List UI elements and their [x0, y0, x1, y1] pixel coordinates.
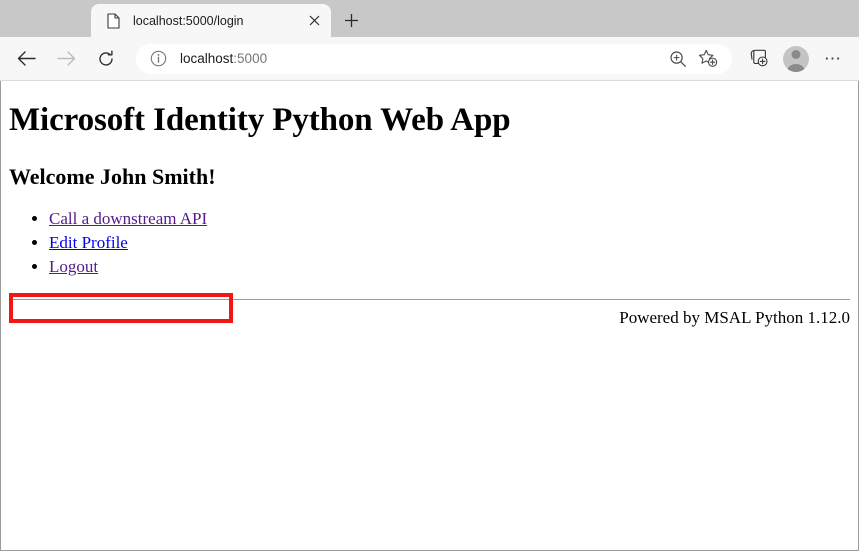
tab-strip: localhost:5000/login: [0, 0, 859, 37]
new-tab-button[interactable]: [337, 6, 365, 34]
welcome-heading: Welcome John Smith!: [9, 164, 850, 189]
profile-avatar-icon: [783, 46, 809, 72]
site-information-icon[interactable]: [148, 49, 168, 69]
list-item: Call a downstream API: [49, 207, 850, 231]
browser-tab-active[interactable]: localhost:5000/login: [91, 4, 331, 37]
add-favorite-star-icon[interactable]: [694, 45, 722, 73]
profile-avatar[interactable]: [780, 43, 812, 75]
back-arrow-icon[interactable]: [10, 43, 42, 75]
page-viewport: Microsoft Identity Python Web App Welcom…: [0, 81, 859, 551]
tab-title: localhost:5000/login: [133, 14, 303, 28]
url-text: localhost:5000: [180, 51, 662, 66]
list-item: Edit Profile: [49, 231, 850, 255]
edit-profile-link[interactable]: Edit Profile: [49, 233, 128, 252]
collections-icon[interactable]: [743, 43, 775, 75]
page-title: Microsoft Identity Python Web App: [9, 102, 850, 140]
call-downstream-api-link[interactable]: Call a downstream API: [49, 209, 207, 228]
reload-icon[interactable]: [90, 43, 122, 75]
page-content: Microsoft Identity Python Web App Welcom…: [1, 102, 858, 328]
forward-arrow-icon: [50, 43, 82, 75]
action-link-list: Call a downstream API Edit Profile Logou…: [9, 207, 850, 279]
logout-link[interactable]: Logout: [49, 257, 98, 276]
close-icon[interactable]: [303, 10, 325, 32]
browser-toolbar: localhost:5000: [0, 37, 859, 81]
ellipsis-glyph: ⋯: [824, 50, 842, 67]
browser-window: localhost:5000/login: [0, 0, 859, 551]
address-bar[interactable]: localhost:5000: [136, 44, 732, 74]
powered-by-note: Powered by MSAL Python 1.12.0: [9, 308, 850, 328]
url-host: localhost: [180, 51, 233, 66]
url-suffix: :5000: [233, 51, 267, 66]
content-divider: [9, 299, 850, 300]
more-options-ellipsis-icon[interactable]: ⋯: [817, 43, 849, 75]
list-item: Logout: [49, 255, 850, 279]
page-document-icon: [105, 13, 121, 29]
zoom-magnifier-icon[interactable]: [664, 45, 692, 73]
